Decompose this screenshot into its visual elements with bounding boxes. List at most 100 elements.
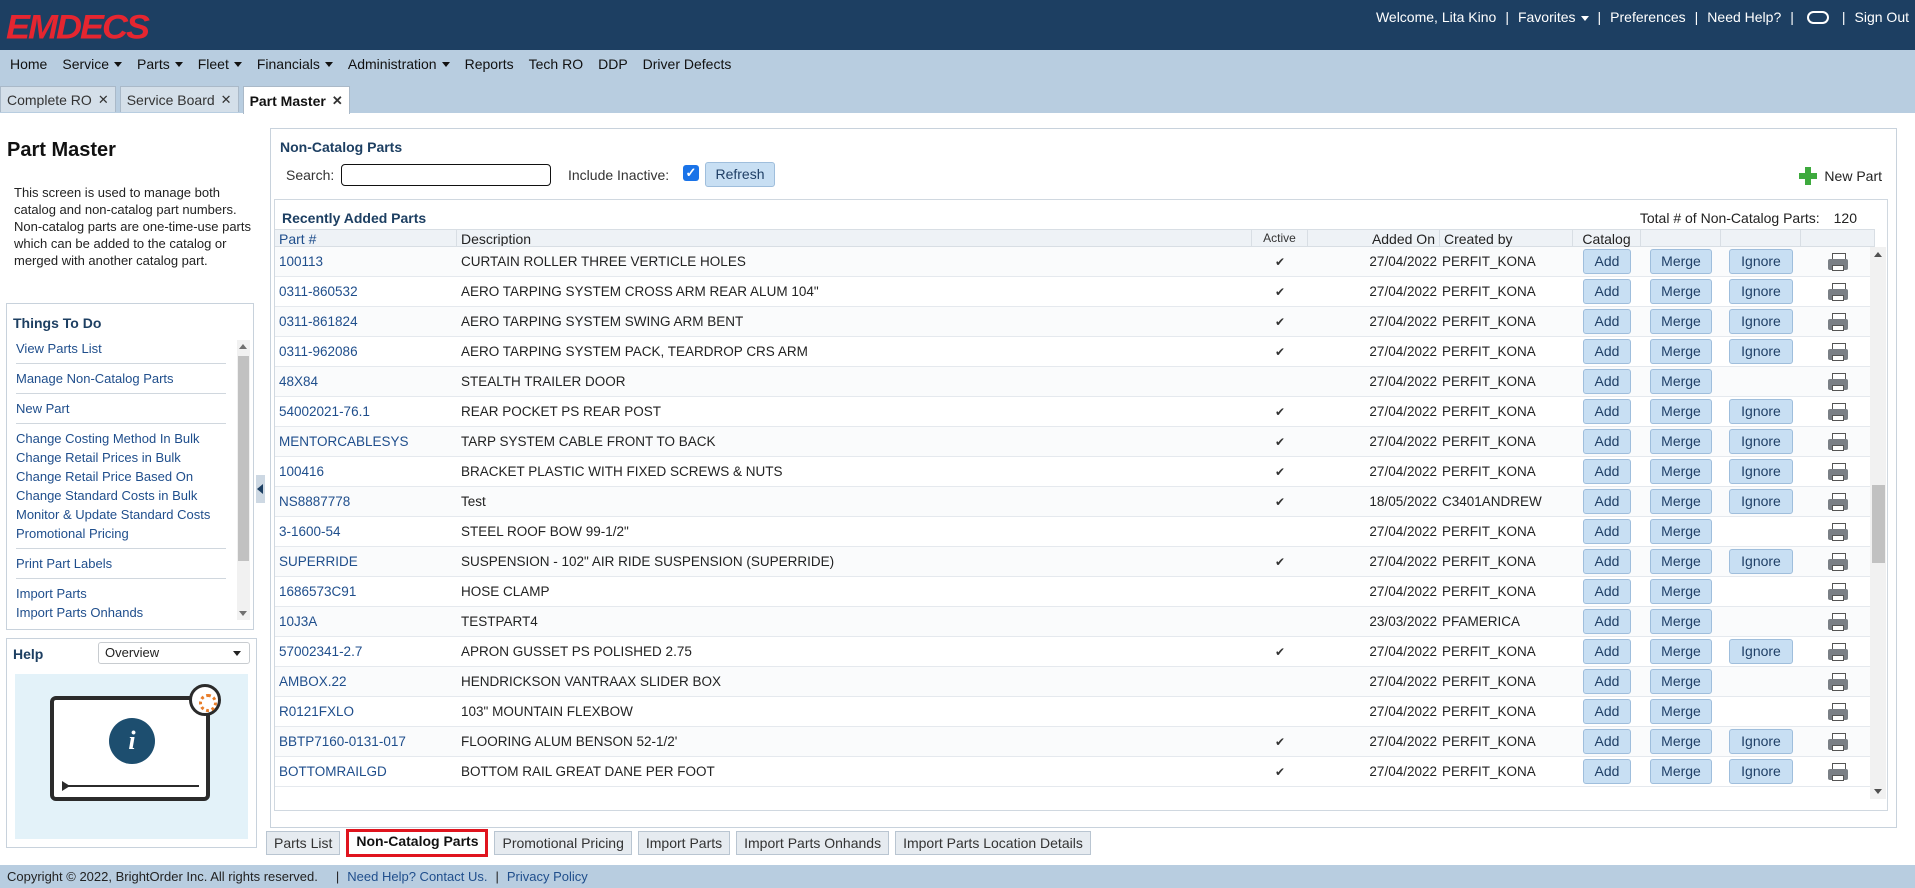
tab-service-board[interactable]: Service Board ✕: [119, 86, 239, 112]
part-number-link[interactable]: R0121FXLO: [275, 704, 457, 719]
bottom-tab-promotional-pricing[interactable]: Promotional Pricing: [494, 831, 632, 855]
ignore-button[interactable]: Ignore: [1729, 279, 1793, 304]
ignore-button[interactable]: Ignore: [1729, 339, 1793, 364]
part-number-link[interactable]: MENTORCABLESYS: [275, 434, 457, 449]
add-button[interactable]: Add: [1583, 549, 1631, 574]
sign-out-link[interactable]: Sign Out: [1855, 9, 1909, 25]
bottom-tab-import-parts[interactable]: Import Parts: [637, 831, 731, 855]
printer-icon[interactable]: [1828, 312, 1848, 331]
printer-icon[interactable]: [1828, 642, 1848, 661]
add-button[interactable]: Add: [1583, 369, 1631, 394]
printer-icon[interactable]: [1828, 612, 1848, 631]
todo-scrollbar[interactable]: [237, 340, 250, 620]
part-number-link[interactable]: 1686573C91: [275, 584, 457, 599]
printer-icon[interactable]: [1828, 672, 1848, 691]
printer-icon[interactable]: [1828, 492, 1848, 511]
bottom-tab-non-catalog-parts[interactable]: Non-Catalog Parts: [346, 829, 489, 857]
tab-part-master[interactable]: Part Master ✕: [242, 86, 350, 114]
part-number-link[interactable]: 48X84: [275, 374, 457, 389]
scroll-down-icon[interactable]: [239, 611, 247, 616]
add-button[interactable]: Add: [1583, 519, 1631, 544]
merge-button[interactable]: Merge: [1650, 279, 1712, 304]
merge-button[interactable]: Merge: [1650, 669, 1712, 694]
add-button[interactable]: Add: [1583, 669, 1631, 694]
part-number-link[interactable]: BBTP7160-0131-017: [275, 734, 457, 749]
merge-button[interactable]: Merge: [1650, 459, 1712, 484]
merge-button[interactable]: Merge: [1650, 759, 1712, 784]
merge-button[interactable]: Merge: [1650, 609, 1712, 634]
printer-icon[interactable]: [1828, 432, 1848, 451]
todo-import-parts[interactable]: Import Parts: [16, 584, 226, 603]
merge-button[interactable]: Merge: [1650, 639, 1712, 664]
menu-home[interactable]: Home: [10, 56, 47, 72]
help-video-thumbnail[interactable]: i: [15, 674, 248, 839]
add-button[interactable]: Add: [1583, 429, 1631, 454]
part-number-link[interactable]: 100416: [275, 464, 457, 479]
part-number-link[interactable]: 3-1600-54: [275, 524, 457, 539]
add-button[interactable]: Add: [1583, 609, 1631, 634]
refresh-button[interactable]: Refresh: [705, 162, 775, 187]
printer-icon[interactable]: [1828, 252, 1848, 271]
menu-tech-ro[interactable]: Tech RO: [529, 56, 583, 72]
todo-change-retail-prices-in-bulk[interactable]: Change Retail Prices in Bulk: [16, 448, 226, 467]
part-number-link[interactable]: NS8887778: [275, 494, 457, 509]
add-button[interactable]: Add: [1583, 459, 1631, 484]
printer-icon[interactable]: [1828, 462, 1848, 481]
ignore-button[interactable]: Ignore: [1729, 489, 1793, 514]
todo-monitor-update-standard-costs[interactable]: Monitor & Update Standard Costs: [16, 505, 226, 524]
part-number-link[interactable]: AMBOX.22: [275, 674, 457, 689]
add-button[interactable]: Add: [1583, 699, 1631, 724]
printer-icon[interactable]: [1828, 732, 1848, 751]
search-input[interactable]: [341, 164, 551, 186]
printer-icon[interactable]: [1828, 402, 1848, 421]
add-button[interactable]: Add: [1583, 489, 1631, 514]
scroll-down-icon[interactable]: [1874, 789, 1882, 794]
close-icon[interactable]: ✕: [332, 93, 343, 109]
close-icon[interactable]: ✕: [221, 92, 232, 108]
part-number-link[interactable]: SUPERRIDE: [275, 554, 457, 569]
todo-change-costing-method-in-bulk[interactable]: Change Costing Method In Bulk: [16, 429, 226, 448]
merge-button[interactable]: Merge: [1650, 369, 1712, 394]
add-button[interactable]: Add: [1583, 279, 1631, 304]
merge-button[interactable]: Merge: [1650, 249, 1712, 274]
merge-button[interactable]: Merge: [1650, 339, 1712, 364]
scroll-thumb[interactable]: [1872, 485, 1885, 563]
printer-icon[interactable]: [1828, 522, 1848, 541]
emdecs-logo[interactable]: EMDECS: [6, 7, 150, 47]
bottom-tab-parts-list[interactable]: Parts List: [266, 831, 341, 855]
need-help-link[interactable]: Need Help?: [1707, 9, 1781, 25]
add-button[interactable]: Add: [1583, 249, 1631, 274]
todo-manage-non-catalog-parts[interactable]: Manage Non-Catalog Parts: [16, 369, 226, 388]
help-topic-select[interactable]: Overview: [98, 642, 250, 664]
chat-icon[interactable]: [1806, 10, 1829, 24]
merge-button[interactable]: Merge: [1650, 549, 1712, 574]
ignore-button[interactable]: Ignore: [1729, 399, 1793, 424]
menu-administration[interactable]: Administration: [348, 56, 450, 72]
part-number-link[interactable]: 10J3A: [275, 614, 457, 629]
new-part-button[interactable]: New Part: [1799, 167, 1882, 185]
tab-complete-ro[interactable]: Complete RO ✕: [0, 86, 116, 112]
privacy-policy-link[interactable]: Privacy Policy: [507, 869, 588, 884]
menu-driver-defects[interactable]: Driver Defects: [643, 56, 732, 72]
contact-us-link[interactable]: Need Help? Contact Us.: [347, 869, 487, 884]
table-scrollbar[interactable]: [1870, 247, 1886, 799]
merge-button[interactable]: Merge: [1650, 429, 1712, 454]
add-button[interactable]: Add: [1583, 399, 1631, 424]
printer-icon[interactable]: [1828, 762, 1848, 781]
include-inactive-checkbox[interactable]: ✓: [683, 165, 699, 181]
ignore-button[interactable]: Ignore: [1729, 459, 1793, 484]
scroll-thumb[interactable]: [238, 356, 249, 561]
ignore-button[interactable]: Ignore: [1729, 249, 1793, 274]
merge-button[interactable]: Merge: [1650, 729, 1712, 754]
add-button[interactable]: Add: [1583, 639, 1631, 664]
add-button[interactable]: Add: [1583, 339, 1631, 364]
close-icon[interactable]: ✕: [98, 92, 109, 108]
printer-icon[interactable]: [1828, 372, 1848, 391]
todo-print-part-labels[interactable]: Print Part Labels: [16, 554, 226, 573]
preferences-link[interactable]: Preferences: [1610, 9, 1685, 25]
menu-financials[interactable]: Financials: [257, 56, 333, 72]
menu-reports[interactable]: Reports: [465, 56, 514, 72]
printer-icon[interactable]: [1828, 582, 1848, 601]
merge-button[interactable]: Merge: [1650, 309, 1712, 334]
ignore-button[interactable]: Ignore: [1729, 549, 1793, 574]
